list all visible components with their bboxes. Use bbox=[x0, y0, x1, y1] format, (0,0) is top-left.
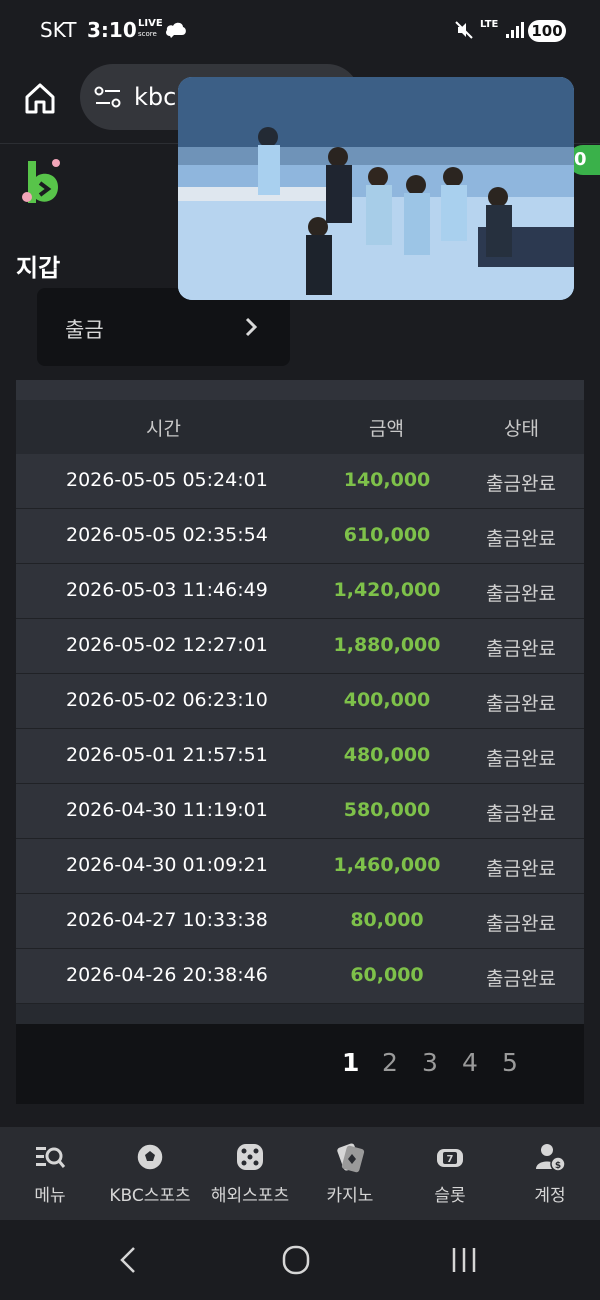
svg-text:$: $ bbox=[555, 1161, 561, 1171]
page-5-button[interactable]: 5 bbox=[502, 1048, 518, 1077]
carrier-label: SKT bbox=[40, 18, 77, 42]
nav-slots[interactable]: 7 슬롯 bbox=[400, 1127, 500, 1220]
nav-account[interactable]: $ 계정 bbox=[500, 1127, 600, 1220]
table-row: 2026-04-30 01:09:21 1,460,000 출금완료 bbox=[16, 839, 584, 894]
nav-casino[interactable]: 카지노 bbox=[300, 1127, 400, 1220]
cell-status: 출금완료 bbox=[486, 803, 556, 825]
account-money-icon: $ bbox=[536, 1144, 566, 1172]
page-4-button[interactable]: 4 bbox=[462, 1048, 478, 1077]
cell-status: 출금완료 bbox=[486, 858, 556, 880]
cell-time: 2026-05-01 21:57:51 bbox=[66, 744, 268, 766]
header-time: 시간 bbox=[146, 418, 181, 440]
livescore-bottom: score bbox=[138, 30, 157, 38]
cell-amount: 140,000 bbox=[343, 469, 431, 491]
clock: 3:10 bbox=[87, 18, 137, 42]
kbc-logo-icon[interactable] bbox=[18, 155, 70, 213]
nav-overseas-sports-label: 해외스포츠 bbox=[210, 1186, 290, 1206]
cell-status: 출금완료 bbox=[486, 583, 556, 605]
home-circle-icon[interactable] bbox=[278, 1244, 314, 1276]
cell-status: 출금완료 bbox=[486, 968, 556, 990]
bottom-navigation: 메뉴 KBC스포츠 해외스포츠 카지노 7 슬롯 $ 계정 bbox=[0, 1127, 600, 1220]
video-player-pip[interactable] bbox=[178, 77, 574, 300]
cell-time: 2026-05-05 05:24:01 bbox=[66, 469, 268, 491]
cell-amount: 480,000 bbox=[343, 744, 431, 766]
network-type: LTE bbox=[480, 19, 499, 30]
slot-machine-icon: 7 bbox=[437, 1149, 463, 1167]
pagination: 1 2 3 4 5 bbox=[16, 1024, 584, 1104]
status-bar: SKT 3:10 LIVE score LTE 100 bbox=[0, 0, 600, 60]
cell-time: 2026-04-26 20:38:46 bbox=[66, 964, 268, 986]
cell-status: 출금완료 bbox=[486, 528, 556, 550]
back-icon[interactable] bbox=[112, 1244, 148, 1276]
nav-menu[interactable]: 메뉴 bbox=[0, 1127, 100, 1220]
page-title: 지갑 bbox=[16, 254, 61, 282]
nav-casino-label: 카지노 bbox=[326, 1186, 374, 1206]
cell-time: 2026-05-05 02:35:54 bbox=[66, 524, 268, 546]
cell-status: 출금완료 bbox=[486, 693, 556, 715]
livescore-icon: LIVE score bbox=[138, 18, 163, 39]
page-1-button[interactable]: 1 bbox=[342, 1048, 359, 1077]
table-row: 2026-05-05 02:35:54 610,000 출금완료 bbox=[16, 509, 584, 564]
nav-account-label: 계정 bbox=[534, 1186, 566, 1206]
cell-status: 출금완료 bbox=[486, 473, 556, 495]
cloud-chat-icon bbox=[166, 22, 186, 38]
cell-status: 출금완료 bbox=[486, 748, 556, 770]
header-amount: 금액 bbox=[369, 418, 404, 440]
table-row: 2026-05-02 12:27:01 1,880,000 출금완료 bbox=[16, 619, 584, 674]
video-frame bbox=[178, 77, 574, 300]
table-row: 2026-04-30 11:19:01 580,000 출금완료 bbox=[16, 784, 584, 839]
nav-slots-label: 슬롯 bbox=[434, 1186, 466, 1206]
soccer-ball-icon bbox=[136, 1143, 164, 1171]
table-top-bar bbox=[16, 380, 584, 400]
page-2-button[interactable]: 2 bbox=[382, 1048, 398, 1077]
cell-time: 2026-05-02 06:23:10 bbox=[66, 689, 268, 711]
cell-amount: 1,880,000 bbox=[333, 634, 441, 656]
cell-status: 출금완료 bbox=[486, 913, 556, 935]
menu-search-icon bbox=[36, 1147, 66, 1168]
nav-overseas-sports[interactable]: 해외스포츠 bbox=[200, 1127, 300, 1220]
cell-amount: 1,420,000 bbox=[333, 579, 441, 601]
livescore-top: LIVE bbox=[138, 18, 163, 29]
home-icon[interactable] bbox=[22, 80, 58, 116]
withdraw-label: 출금 bbox=[65, 318, 104, 342]
cell-time: 2026-04-30 01:09:21 bbox=[66, 854, 268, 876]
url-text[interactable]: kbc bbox=[134, 83, 176, 111]
cell-amount: 60,000 bbox=[350, 964, 424, 986]
header-status: 상태 bbox=[504, 418, 539, 440]
system-navigation-bar bbox=[0, 1220, 600, 1300]
nav-menu-label: 메뉴 bbox=[34, 1186, 66, 1206]
cell-time: 2026-04-27 10:33:38 bbox=[66, 909, 268, 931]
dice-icon bbox=[237, 1144, 263, 1170]
cell-amount: 580,000 bbox=[343, 799, 431, 821]
chevron-right-icon bbox=[245, 317, 258, 337]
cell-time: 2026-04-30 11:19:01 bbox=[66, 799, 268, 821]
cell-amount: 400,000 bbox=[343, 689, 431, 711]
cell-time: 2026-05-02 12:27:01 bbox=[66, 634, 268, 656]
recent-apps-icon[interactable] bbox=[446, 1244, 482, 1276]
table-row: 2026-04-27 10:33:38 80,000 출금완료 bbox=[16, 894, 584, 949]
cell-amount: 1,460,000 bbox=[333, 854, 441, 876]
table-row: 2026-05-01 21:57:51 480,000 출금완료 bbox=[16, 729, 584, 784]
nav-kbc-sports[interactable]: KBC스포츠 bbox=[100, 1127, 200, 1220]
cell-amount: 80,000 bbox=[350, 909, 424, 931]
table-row: 2026-05-05 05:24:01 140,000 출금완료 bbox=[16, 454, 584, 509]
svg-text:7: 7 bbox=[447, 1154, 454, 1165]
cell-status: 출금완료 bbox=[486, 638, 556, 660]
nav-kbc-sports-label: KBC스포츠 bbox=[109, 1186, 191, 1206]
table-row: 2026-04-26 20:38:46 60,000 출금완료 bbox=[16, 949, 584, 1004]
cell-amount: 610,000 bbox=[343, 524, 431, 546]
table-row: 2026-05-02 06:23:10 400,000 출금완료 bbox=[16, 674, 584, 729]
cell-time: 2026-05-03 11:46:49 bbox=[66, 579, 268, 601]
mute-icon bbox=[455, 21, 473, 39]
table-row: 2026-05-03 11:46:49 1,420,000 출금완료 bbox=[16, 564, 584, 619]
withdrawal-history-table: 시간 금액 상태 2026-05-05 05:24:01 140,000 출금완… bbox=[16, 380, 584, 1024]
signal-icon bbox=[506, 22, 524, 38]
page-3-button[interactable]: 3 bbox=[422, 1048, 438, 1077]
site-settings-icon[interactable] bbox=[94, 86, 122, 108]
battery-icon: 100 bbox=[528, 20, 566, 42]
casino-cards-icon bbox=[337, 1143, 365, 1173]
